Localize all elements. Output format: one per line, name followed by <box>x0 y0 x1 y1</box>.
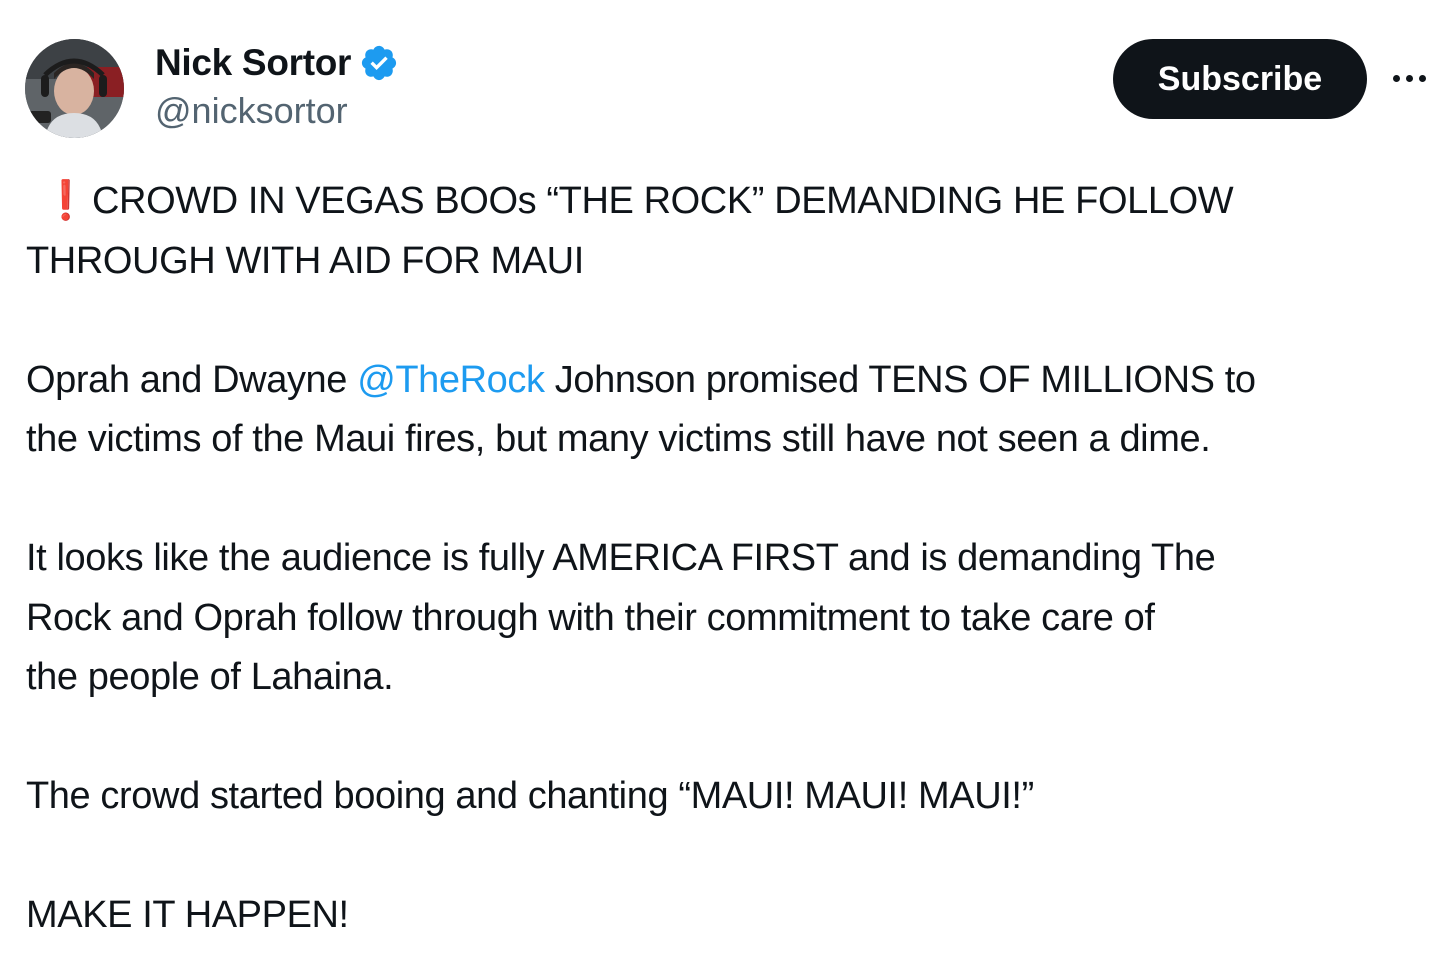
verified-badge-icon <box>359 43 399 83</box>
tweet-text-segment: Oprah and Dwayne <box>26 358 358 401</box>
subscribe-button[interactable]: Subscribe <box>1113 39 1367 119</box>
exclamation-icon: ❗ <box>42 180 89 222</box>
more-dot <box>1418 74 1426 82</box>
tweet-text-segment: Johnson promised TENS OF MILLIONS to <box>544 358 1256 401</box>
avatar-photo <box>25 39 124 138</box>
tweet-headline-line-2: THROUGH WITH AID FOR MAUI <box>26 239 584 282</box>
author-handle[interactable]: @nicksortor <box>155 90 348 132</box>
tweet-headline-line-1: CROWD IN VEGAS BOOs “THE ROCK” DEMANDING… <box>92 180 1234 222</box>
tweet-line: The crowd started booing and chanting “M… <box>26 775 1034 817</box>
tweet-line: Oprah and Dwayne @TheRock Johnson promis… <box>26 351 1431 411</box>
author-display-name[interactable]: Nick Sortor <box>155 42 351 84</box>
author-name-row[interactable]: Nick Sortor <box>155 40 399 86</box>
tweet-line: the victims of the Maui fires, but many … <box>26 418 1211 460</box>
tweet-line: Rock and Oprah follow through with their… <box>26 596 1155 639</box>
more-options-icon[interactable] <box>1386 58 1432 98</box>
tweet-text: ❗CROWD IN VEGAS BOOs “THE ROCK” DEMANDIN… <box>26 172 1431 946</box>
tweet-line: It looks like the audience is fully AMER… <box>26 537 1216 579</box>
tweet-line: ❗CROWD IN VEGAS BOOs “THE ROCK” DEMANDIN… <box>26 172 1431 232</box>
more-dot <box>1405 74 1413 82</box>
mention-link[interactable]: @TheRock <box>357 359 545 401</box>
avatar[interactable] <box>25 39 124 138</box>
tweet-line: the people of Lahaina. <box>26 656 394 698</box>
more-dot <box>1392 74 1400 82</box>
tweet-line: MAKE IT HAPPEN! <box>26 894 349 936</box>
